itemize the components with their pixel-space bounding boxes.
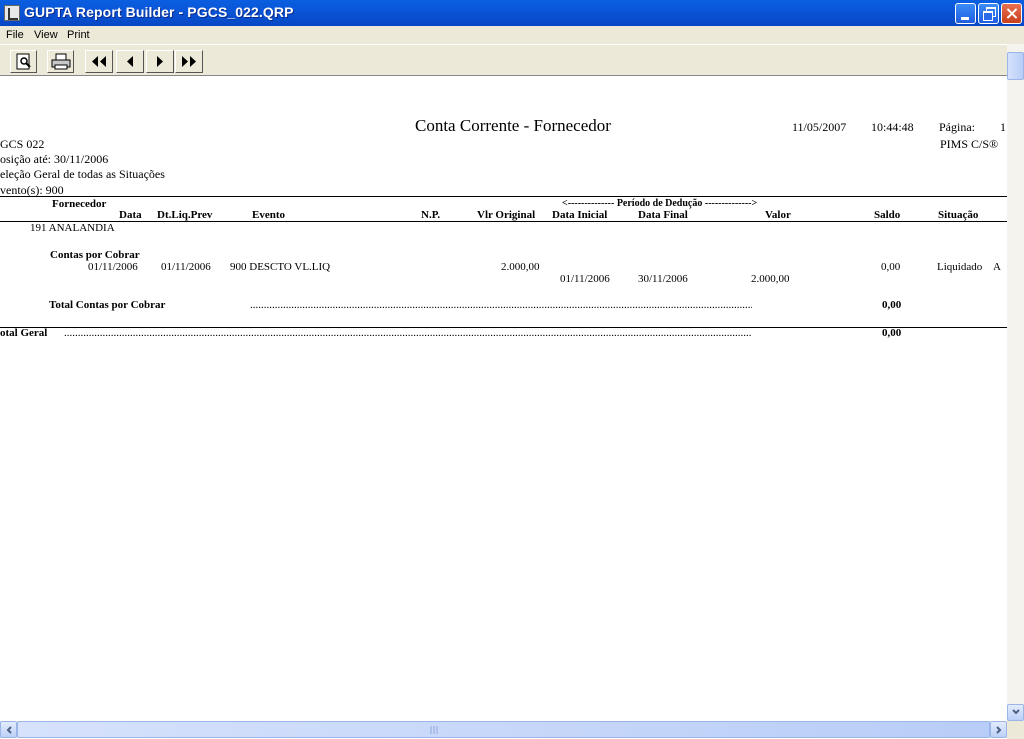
- last-page-button[interactable]: [175, 50, 203, 73]
- row-vlr-original: 2.000,00: [501, 261, 540, 273]
- row-data-final: 30/11/2006: [638, 273, 688, 285]
- scroll-left-button[interactable]: [0, 721, 17, 738]
- row-valor: 2.000,00: [751, 273, 790, 285]
- title-bar: GUPTA Report Builder - PGCS_022.QRP: [0, 0, 1024, 26]
- menu-bar: File View Print: [0, 26, 1024, 44]
- row-situacao: Liquidado: [937, 261, 983, 273]
- group-total-leader: ........................................…: [250, 299, 752, 311]
- menu-file[interactable]: File: [6, 29, 24, 41]
- minimize-button[interactable]: [955, 3, 976, 24]
- report-title: Conta Corrente - Fornecedor: [415, 116, 611, 135]
- group-total-value: 0,00: [882, 299, 902, 311]
- scroll-down-button[interactable]: [1007, 704, 1024, 721]
- next-page-icon: [157, 56, 163, 67]
- header-vlr-original: Vlr Original: [477, 209, 536, 221]
- vertical-scrollbar[interactable]: [1007, 44, 1024, 721]
- report-page: Conta Corrente - Fornecedor 11/05/2007 1…: [0, 77, 1007, 721]
- horizontal-scroll-thumb[interactable]: [17, 721, 990, 738]
- print-preview-button[interactable]: [10, 50, 37, 73]
- page-number: 1: [1000, 120, 1006, 134]
- last-page-icon: [182, 56, 196, 67]
- header-top-rule: [0, 196, 1007, 197]
- grip-icon: [430, 726, 438, 734]
- print-button[interactable]: [47, 50, 74, 73]
- header-dt-liq-prev: Dt.Liq.Prev: [157, 209, 213, 221]
- first-page-button[interactable]: [85, 50, 113, 73]
- scrollbar-corner: [1007, 721, 1024, 739]
- report-date: 11/05/2007: [792, 120, 847, 134]
- previous-page-button[interactable]: [116, 50, 144, 73]
- previous-page-icon: [127, 56, 133, 67]
- printer-icon: [51, 53, 70, 70]
- menu-print[interactable]: Print: [67, 29, 90, 41]
- close-button[interactable]: [1001, 3, 1022, 24]
- grand-total-leader: ........................................…: [64, 327, 752, 339]
- header-data: Data: [119, 209, 142, 221]
- header-valor: Valor: [765, 209, 791, 221]
- row-flag: A: [993, 261, 1001, 273]
- row-dt-liq-prev: 01/11/2006: [161, 261, 211, 273]
- product-name: PIMS C/S®: [940, 137, 999, 151]
- chevron-right-icon: [995, 726, 1001, 734]
- header-periodo: <-------------- Período de Dedução -----…: [562, 198, 758, 209]
- row-evento: 900 DESCTO VL.LIQ: [230, 261, 331, 273]
- scroll-right-button[interactable]: [990, 721, 1007, 738]
- horizontal-scrollbar[interactable]: [0, 721, 1007, 738]
- header-evento: Evento: [252, 209, 285, 221]
- report-time: 10:44:48: [871, 120, 914, 134]
- page-label: Página:: [939, 120, 975, 134]
- row-data: 01/11/2006: [88, 261, 138, 273]
- group-title: Contas por Cobrar: [50, 249, 140, 261]
- vertical-scroll-thumb[interactable]: [1007, 52, 1024, 80]
- group-total-label: Total Contas por Cobrar: [49, 299, 166, 311]
- maximize-button[interactable]: [978, 3, 999, 24]
- grand-total-value: 0,00: [882, 327, 902, 339]
- first-page-icon: [92, 56, 106, 67]
- header-bottom-rule: [0, 221, 1007, 222]
- window-title: GUPTA Report Builder - PGCS_022.QRP: [24, 4, 294, 20]
- header-data-inicial: Data Inicial: [552, 209, 608, 221]
- chevron-down-icon: [1011, 709, 1020, 715]
- supplier-name: 191 ANALANDIA: [30, 222, 115, 234]
- menu-view[interactable]: View: [34, 29, 58, 41]
- toolbar: [0, 44, 1008, 76]
- next-page-button[interactable]: [146, 50, 174, 73]
- selection-text: eleção Geral de todas as Situações: [0, 167, 165, 181]
- header-fornecedor: Fornecedor: [52, 198, 107, 210]
- header-saldo: Saldo: [874, 209, 901, 221]
- print-preview-icon: [16, 53, 31, 70]
- header-np: N.P.: [421, 209, 441, 221]
- row-data-inicial: 01/11/2006: [560, 273, 610, 285]
- report-code: GCS 022: [0, 137, 45, 151]
- row-saldo: 0,00: [881, 261, 901, 273]
- position-date: osição até: 30/11/2006: [0, 152, 109, 166]
- header-situacao: Situação: [938, 209, 979, 221]
- app-icon[interactable]: [4, 5, 20, 21]
- header-data-final: Data Final: [638, 209, 688, 221]
- grand-total-label: otal Geral: [0, 327, 48, 339]
- chevron-left-icon: [6, 726, 12, 734]
